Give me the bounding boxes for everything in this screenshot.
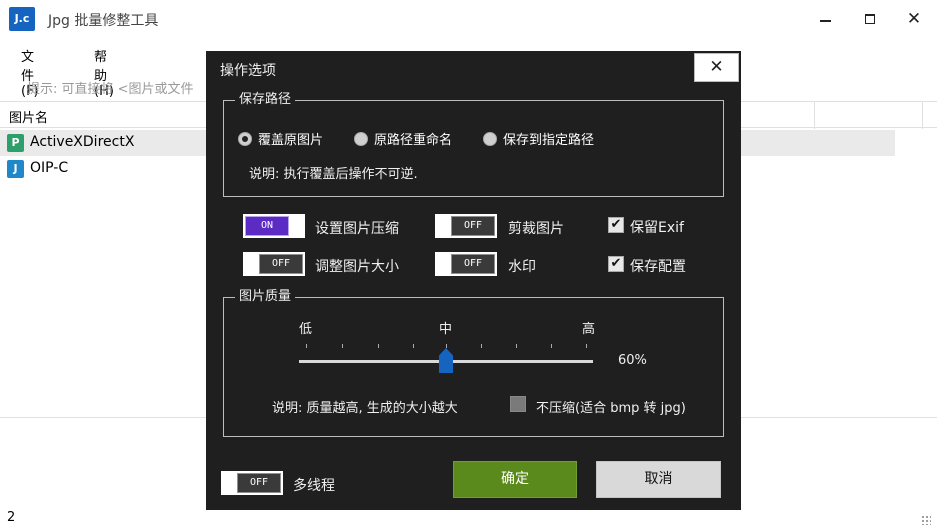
watermark-toggle[interactable]: OFF xyxy=(435,252,497,276)
options-dialog: 操作选项 ✕ 保存路径 覆盖原图片 原路径重命名 保存到指定路径 说明: 执行覆… xyxy=(206,51,741,510)
window-title: Jpg 批量修整工具 xyxy=(48,13,159,29)
slider-tick xyxy=(516,344,517,348)
compress-toggle[interactable]: ON xyxy=(243,214,305,238)
group-title-save-path: 保存路径 xyxy=(235,91,296,109)
radio-custom-path[interactable]: 保存到指定路径 xyxy=(483,129,594,148)
slider-tick xyxy=(481,344,482,348)
radio-button-icon xyxy=(483,131,497,146)
slider-tick xyxy=(586,344,587,348)
column-divider xyxy=(814,102,815,129)
resize-toggle[interactable]: OFF xyxy=(243,252,305,276)
cancel-button[interactable]: 取消 xyxy=(596,461,721,498)
toggle-state: OFF xyxy=(259,254,303,274)
no-compress-checkbox[interactable] xyxy=(510,396,526,412)
save-config-checkbox[interactable]: ✔ xyxy=(608,256,624,272)
toggle-state: OFF xyxy=(451,254,495,274)
radio-rename[interactable]: 原路径重命名 xyxy=(354,129,452,148)
drop-hint: 提示: 可直接将 <图片或文件 xyxy=(27,82,194,97)
quality-value: 60% xyxy=(618,353,647,368)
title-bar: J.c Jpg 批量修整工具 ✕ xyxy=(0,0,937,38)
save-path-note: 说明: 执行覆盖后操作不可逆. xyxy=(249,167,418,182)
toggle-state: OFF xyxy=(237,473,281,493)
close-icon: ✕ xyxy=(709,57,724,77)
toggle-state: ON xyxy=(245,216,289,236)
check-icon: ✔ xyxy=(610,256,622,271)
crop-toggle[interactable]: OFF xyxy=(435,214,497,238)
slider-tick xyxy=(306,344,307,348)
radio-button-icon xyxy=(354,131,368,146)
quality-slider-fill xyxy=(299,360,446,363)
column-divider xyxy=(922,102,923,129)
slider-tick xyxy=(446,344,447,348)
resize-grip-icon[interactable] xyxy=(921,515,931,525)
slider-tick xyxy=(413,344,414,348)
resize-label: 调整图片大小 xyxy=(315,259,399,275)
image-file-icon: P xyxy=(7,134,24,152)
crop-label: 剪裁图片 xyxy=(508,221,564,237)
file-count: 2 xyxy=(7,510,16,525)
save-config-label: 保存配置 xyxy=(630,259,686,275)
maximize-button[interactable] xyxy=(847,0,893,38)
column-header-name[interactable]: 图片名 xyxy=(9,107,48,126)
toggle-state: OFF xyxy=(451,216,495,236)
keep-exif-checkbox[interactable]: ✔ xyxy=(608,217,624,233)
file-name: ActiveXDirectX xyxy=(30,134,135,150)
dialog-title: 操作选项 xyxy=(220,63,276,79)
check-icon: ✔ xyxy=(610,217,622,232)
no-compress-label: 不压缩(适合 bmp 转 jpg) xyxy=(536,401,686,416)
minimize-button[interactable] xyxy=(802,0,848,38)
multithread-toggle[interactable]: OFF xyxy=(221,471,283,495)
dialog-close-button[interactable]: ✕ xyxy=(694,53,739,82)
quality-low-label: 低 xyxy=(299,322,313,337)
quality-high-label: 高 xyxy=(582,322,596,337)
minimize-icon xyxy=(819,20,831,22)
group-title-quality: 图片质量 xyxy=(235,288,296,306)
image-file-icon: J xyxy=(7,160,24,178)
watermark-label: 水印 xyxy=(508,259,536,275)
radio-label: 原路径重命名 xyxy=(374,133,453,148)
radio-label: 覆盖原图片 xyxy=(258,133,324,148)
maximize-icon xyxy=(865,14,875,24)
slider-tick xyxy=(342,344,343,348)
keep-exif-label: 保留Exif xyxy=(630,220,684,236)
close-icon: ✕ xyxy=(906,8,922,29)
quality-note: 说明: 质量越高, 生成的大小越大 xyxy=(272,401,458,416)
file-name: OIP-C xyxy=(30,160,69,176)
compress-label: 设置图片压缩 xyxy=(315,221,399,237)
radio-button-icon xyxy=(238,131,252,146)
slider-tick xyxy=(378,344,379,348)
close-window-button[interactable]: ✕ xyxy=(891,0,937,38)
app-icon: J.c xyxy=(9,7,35,31)
multithread-label: 多线程 xyxy=(293,478,335,494)
radio-overwrite[interactable]: 覆盖原图片 xyxy=(238,129,323,148)
quality-mid-label: 中 xyxy=(439,322,453,337)
radio-label: 保存到指定路径 xyxy=(503,133,595,148)
slider-tick xyxy=(551,344,552,348)
ok-button[interactable]: 确定 xyxy=(453,461,577,498)
save-path-group: 保存路径 覆盖原图片 原路径重命名 保存到指定路径 说明: 执行覆盖后操作不可逆… xyxy=(223,91,724,197)
